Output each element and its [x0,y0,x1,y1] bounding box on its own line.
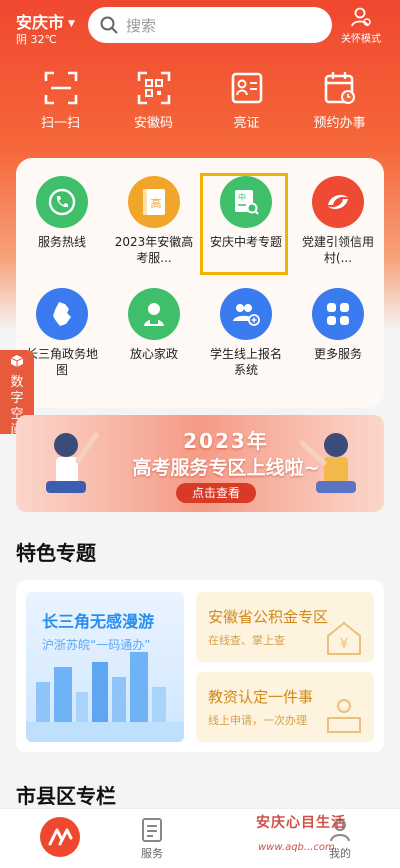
service-zhongkao[interactable]: 中 安庆中考专题 [200,176,292,282]
care-mode-label: 关怀模式 [341,34,381,45]
service-gaokao[interactable]: 高 2023年安徽高考服... [108,176,200,282]
student-add-icon [220,288,272,340]
phone-icon [36,176,88,228]
svg-text:中: 中 [238,192,246,202]
cube-icon [10,355,24,367]
tab-services-label: 服务 [141,847,163,860]
caret-down-icon: ▼ [68,19,75,29]
quick-show-id-label: 亮证 [233,116,260,131]
featured-teacher-cert-subtitle: 线上申请，一次办理 [208,714,307,727]
care-person-icon [351,7,371,27]
weather-text: 阴 32℃ [16,33,57,46]
service-housekeeping[interactable]: 放心家政 [108,288,200,394]
calendar-clock-icon [324,72,355,104]
care-mode-button[interactable]: 关怀模式 [336,6,386,45]
search-input[interactable]: 搜索 [88,7,332,43]
service-zhongkao-label: 安庆中考专题 [209,235,282,249]
housekeeper-icon [128,288,180,340]
county-section-title: 市县区专栏 [16,784,116,808]
featured-teacher-cert[interactable]: 教资认定一件事 线上申请，一次办理 [196,672,374,742]
gaokao-book-icon: 高 [128,176,180,228]
grid-more-icon [312,288,364,340]
watermark-url: www.aqb...com [258,842,335,853]
banner-headline: 高考服务专区上线啦~ [132,457,320,479]
quick-scan-label: 扫一扫 [40,116,80,131]
services-card: 服务热线 高 2023年安徽高考服... 中 安庆中考专题 党建引领信用村(..… [16,158,384,408]
service-doc-icon [142,818,162,842]
featured-section-title: 特色专题 [16,541,96,565]
banner-year: 2023年 [183,429,269,453]
watermark-text: 安庆心目生活 [256,815,346,831]
gaokao-banner[interactable]: 2023年 高考服务专区上线啦~ 点击查看 [16,415,384,512]
top-bar: 安庆市 ▼ 阴 32℃ 搜索 关怀模式 [0,0,400,58]
search-icon [100,16,118,34]
service-more-label: 更多服务 [313,347,362,361]
quick-appointment-label: 预约办事 [313,116,366,131]
city-name: 安庆市 [16,13,65,32]
search-placeholder: 搜索 [126,16,157,35]
tab-home[interactable] [20,813,100,857]
party-logo-icon [312,176,364,228]
city-selector[interactable]: 安庆市 ▼ [16,9,75,33]
service-student-signup[interactable]: 学生线上报名系统 [200,288,292,394]
quick-anhui-code-label: 安徽码 [133,116,173,131]
featured-housing-fund-title: 安徽省公积金专区 [208,608,329,626]
svg-text:高: 高 [151,196,162,210]
quick-show-id[interactable]: 亮证 [207,70,287,140]
svg-text:¥: ¥ [340,637,348,652]
quick-scan[interactable]: 扫一扫 [21,70,101,140]
service-party-credit-label: 党建引领信用村(... [301,235,374,265]
service-hotline-label: 服务热线 [37,235,86,249]
house-yuan-icon: ¥ [327,621,361,655]
featured-yrd-title: 长三角无感漫游 [42,612,155,631]
service-more[interactable]: 更多服务 [292,288,384,394]
home-logo-icon [40,817,80,857]
scan-icon [44,71,77,105]
featured-teacher-cert-title: 教资认定一件事 [208,688,314,706]
quick-anhui-code[interactable]: 安徽码 [114,70,194,140]
featured-housing-fund[interactable]: 安徽省公积金专区 在线查、掌上查 ¥ [196,592,374,662]
service-hotline[interactable]: 服务热线 [16,176,108,282]
featured-yrd-roaming[interactable]: 长三角无感漫游 沪浙苏皖“一码通办” [26,592,184,742]
service-gaokao-label: 2023年安徽高考服... [114,235,194,265]
banner-view-button[interactable]: 点击查看 [176,483,256,503]
tab-services[interactable]: 服务 [112,813,192,861]
featured-housing-fund-subtitle: 在线查、掌上查 [208,634,285,647]
services-grid: 服务热线 高 2023年安徽高考服... 中 安庆中考专题 党建引领信用村(..… [16,176,384,394]
featured-yrd-subtitle: 沪浙苏皖“一码通办” [42,638,151,652]
service-student-signup-label: 学生线上报名系统 [209,347,282,377]
quick-actions: 扫一扫 安徽码 亮证 预约办事 [0,70,400,140]
map-icon [36,288,88,340]
service-party-credit[interactable]: 党建引领信用村(... [292,176,384,282]
quick-appointment[interactable]: 预约办事 [300,70,380,140]
service-housekeeping-label: 放心家政 [129,347,178,361]
teacher-desk-icon [327,699,361,733]
featured-card: 长三角无感漫游 沪浙苏皖“一码通办” 安徽省公积金专区 在线查、掌上查 ¥ 教资… [16,580,384,752]
id-card-icon [231,72,262,104]
qr-code-icon [137,71,170,105]
zhongkao-search-icon: 中 [220,176,272,228]
